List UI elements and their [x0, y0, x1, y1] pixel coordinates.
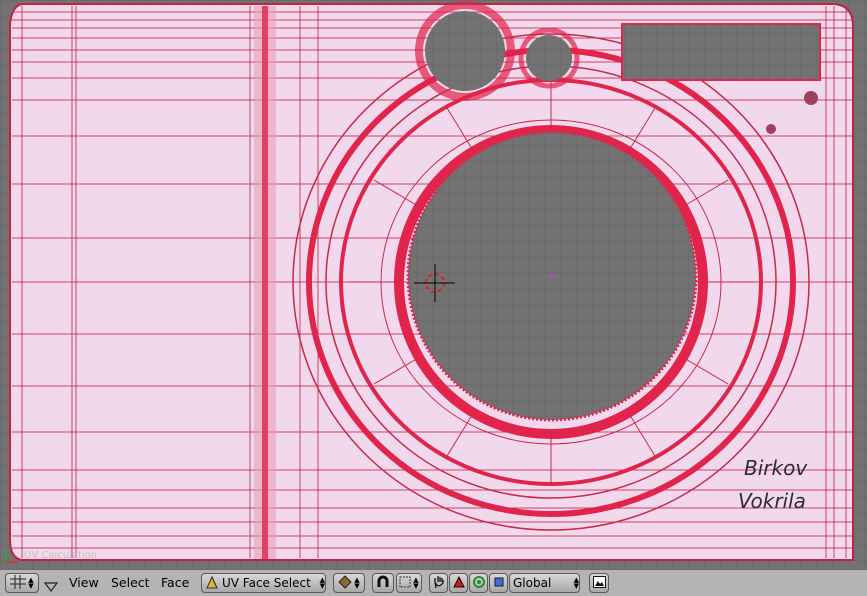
rotate-toggle[interactable]	[469, 573, 488, 593]
mesh-label: UV Calculation	[24, 550, 97, 561]
updown-icon: ▲ ▼	[573, 576, 579, 590]
translate-toggle[interactable]	[449, 573, 468, 593]
render-button[interactable]	[589, 573, 609, 593]
pivot-point	[550, 274, 554, 278]
collapse-triangle-icon[interactable]	[43, 577, 59, 596]
menu-select[interactable]: Select	[111, 575, 150, 591]
snap-type-select[interactable]: ▲ ▼	[396, 573, 422, 593]
updown-icon: ▲ ▼	[413, 576, 419, 590]
grid-icon	[10, 574, 27, 592]
snap-toggle[interactable]	[372, 573, 394, 593]
hand-toggle[interactable]	[429, 573, 448, 593]
rotate-icon	[472, 575, 486, 592]
updown-icon: ▲ ▼	[319, 576, 325, 590]
snap-grid-icon	[399, 576, 411, 591]
pivot-select[interactable]: ▲ ▼	[333, 573, 365, 593]
uv-face-select-icon	[205, 575, 219, 592]
editor-type-button[interactable]: ▲ ▼	[5, 573, 39, 593]
orientation-label: Global	[513, 576, 552, 590]
menu-face[interactable]: Face	[161, 575, 189, 591]
scale-icon	[494, 576, 504, 590]
scale-toggle[interactable]	[489, 573, 508, 593]
hand-icon	[432, 575, 446, 592]
menu-view[interactable]: View	[69, 575, 99, 591]
magnet-icon	[376, 575, 390, 592]
translate-icon	[452, 575, 465, 591]
pivot-icon	[338, 574, 353, 592]
orientation-select[interactable]: Global ▲ ▼	[509, 573, 580, 593]
signature-line2: Vokrila	[738, 489, 806, 513]
uv-canvas[interactable]: Birkov Vokrila UV Calculation	[0, 0, 867, 569]
mode-select[interactable]: UV Face Select ▲ ▼	[201, 573, 326, 593]
updown-icon: ▲ ▼	[28, 576, 34, 590]
uv-editor-viewport[interactable]: Birkov Vokrila UV Calculation	[0, 0, 867, 569]
updown-icon: ▲ ▼	[354, 576, 360, 590]
signature-line1: Birkov	[744, 456, 808, 480]
image-icon	[592, 575, 606, 591]
mode-select-label: UV Face Select	[222, 576, 311, 590]
uv-editor-header: ▲ ▼ View Select Face UV Face Select ▲ ▼ ▲ ▼…	[0, 569, 867, 596]
